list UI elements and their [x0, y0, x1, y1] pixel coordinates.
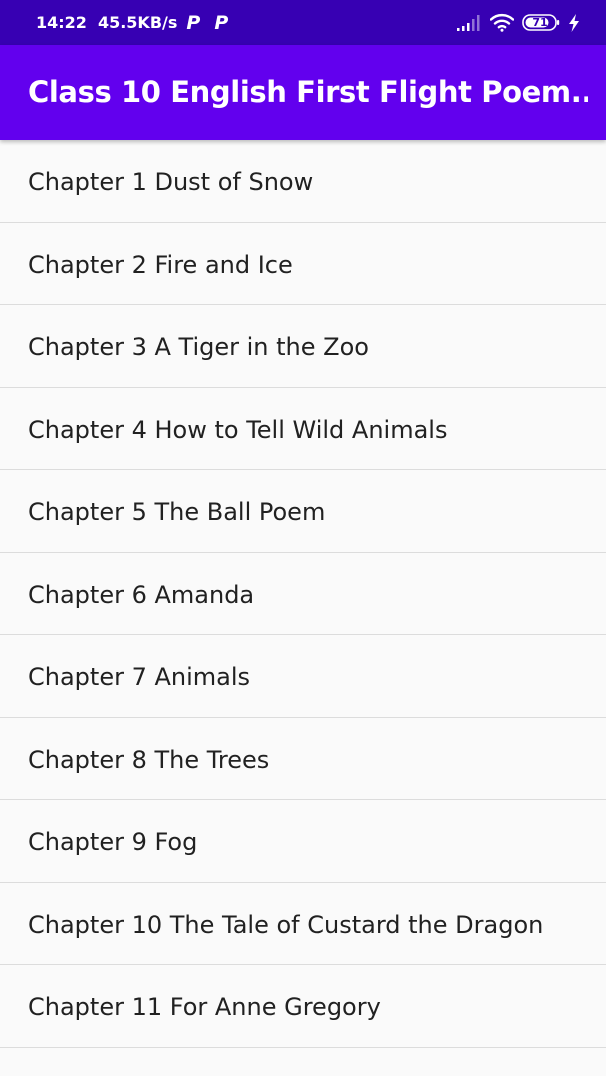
status-time: 14:22	[36, 13, 87, 32]
chapter-label: Chapter 2 Fire and Ice	[28, 250, 293, 279]
notification-p-icon: P	[186, 11, 201, 34]
app-title: Class 10 English First Flight Poem...	[28, 75, 588, 109]
battery-level: 71	[532, 16, 548, 29]
chapter-list-item[interactable]: Chapter 2 Fire and Ice	[0, 223, 606, 305]
chapter-list-item[interactable]: Chapter 10 The Tale of Custard the Drago…	[0, 883, 606, 965]
notification-p-icon: P	[214, 11, 229, 34]
chapter-list-item[interactable]: Chapter 4 How to Tell Wild Animals	[0, 388, 606, 470]
wifi-icon	[490, 13, 514, 32]
status-left: 14:22 45.5KB/s P P	[36, 0, 228, 45]
network-speed: 45.5KB/s	[97, 13, 178, 32]
chapter-label: Chapter 9 Fog	[28, 828, 198, 856]
chapter-list-item[interactable]: Chapter 5 The Ball Poem	[0, 470, 606, 553]
chapter-label: Chapter 7 Animals	[28, 663, 251, 691]
chapter-label: Chapter 8 The Trees	[28, 745, 270, 774]
chapter-list-item[interactable]: Chapter 7 Animals	[0, 635, 606, 718]
charging-bolt-icon	[569, 13, 579, 32]
app-bar: Class 10 English First Flight Poem...	[0, 45, 606, 140]
status-right: 71	[448, 0, 580, 45]
chapter-list-item[interactable]: Chapter 11 For Anne Gregory	[0, 965, 606, 1048]
status-bar: 14:22 45.5KB/s P P 71	[0, 0, 606, 45]
chapter-label: Chapter 3 A Tiger in the Zoo	[28, 333, 369, 361]
chapter-list: Chapter 1 Dust of Snow Chapter 2 Fire an…	[0, 140, 606, 1048]
chapter-label: Chapter 10 The Tale of Custard the Drago…	[28, 910, 544, 939]
chapter-label: Chapter 1 Dust of Snow	[28, 168, 314, 196]
chapter-label: Chapter 5 The Ball Poem	[28, 498, 326, 526]
signal-icon	[457, 14, 480, 31]
chapter-list-item[interactable]: Chapter 6 Amanda	[0, 553, 606, 635]
battery-icon: 71	[522, 14, 560, 31]
chapter-list-item[interactable]: Chapter 8 The Trees	[0, 718, 606, 800]
chapter-label: Chapter 11 For Anne Gregory	[28, 993, 381, 1021]
chapter-list-item[interactable]: Chapter 3 A Tiger in the Zoo	[0, 305, 606, 388]
chapter-label: Chapter 4 How to Tell Wild Animals	[28, 415, 448, 444]
chapter-list-item[interactable]: Chapter 1 Dust of Snow	[0, 140, 606, 223]
chapter-list-item[interactable]: Chapter 9 Fog	[0, 800, 606, 883]
chapter-label: Chapter 6 Amanda	[28, 580, 255, 609]
